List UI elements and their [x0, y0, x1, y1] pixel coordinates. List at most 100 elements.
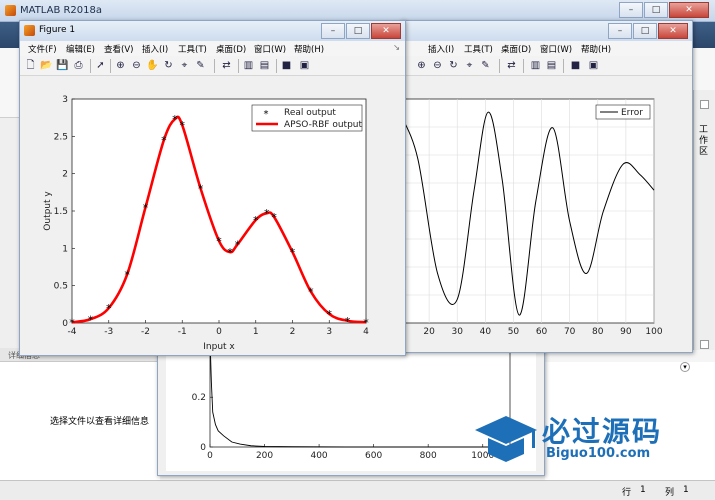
save-icon[interactable]: 💾 [56, 59, 69, 72]
real-output-point: * [227, 246, 233, 259]
hide-plot-tools-icon[interactable]: ■ [280, 59, 293, 72]
y-tick-label: 2.5 [54, 132, 68, 142]
figure2-menu-desktop[interactable]: 桌面(D) [501, 43, 531, 55]
error-plot-area: 20 30 40 50 60 70 80 90 100 Error [400, 77, 692, 352]
zoom-out-icon[interactable]: ⊖ [130, 59, 143, 72]
hide-plot-tools-icon[interactable]: ■ [569, 59, 582, 72]
data-cursor-icon[interactable]: ⌖ [178, 59, 191, 72]
menu-help[interactable]: 帮助(H) [294, 43, 324, 55]
real-output-point: * [161, 134, 167, 147]
x-tick-label: 600 [365, 451, 382, 461]
figure2-menu-window[interactable]: 窗口(W) [540, 43, 572, 55]
figure1-close-button[interactable]: ✕ [371, 23, 401, 39]
x-axis-label: Input x [203, 342, 235, 352]
show-plot-tools-icon[interactable]: ▣ [298, 59, 311, 72]
real-output-point: * [345, 315, 351, 328]
legend-label-apso-rbf: APSO-RBF output [284, 120, 363, 130]
link-icon[interactable]: ⇄ [505, 59, 518, 72]
command-window-menu-icon[interactable]: ▾ [680, 362, 690, 372]
real-output-point: * [88, 313, 94, 326]
real-output-point: * [69, 316, 75, 329]
figure1-title: Figure 1 [39, 25, 76, 35]
col-value: 1 [683, 485, 689, 495]
figure1-plot-area: -4 -3 -2 -1 0 1 2 3 4 0 0.5 1 1.5 2 2.5 3 Input x Output … [20, 77, 405, 355]
real-output-point: * [143, 201, 149, 214]
close-button[interactable]: ✕ [669, 2, 709, 18]
print-icon[interactable]: ⎙ [72, 59, 85, 72]
figure-window-error[interactable]: – □ ✕ 插入(I) 工具(T) 桌面(D) 窗口(W) 帮助(H) ⊕ ⊖ … [400, 20, 693, 353]
figure1-window-controls: – □ ✕ [321, 23, 401, 39]
error-legend-label: Error [621, 108, 643, 118]
figure2-minimize-button[interactable]: – [608, 23, 632, 39]
colorbar-icon[interactable]: ▥ [529, 59, 542, 72]
real-output-point: * [198, 183, 204, 196]
row-label: 行 [622, 488, 632, 498]
menu-overflow-icon[interactable]: ↘ [393, 43, 400, 53]
legend-icon[interactable]: ▤ [545, 59, 558, 72]
maximize-button[interactable]: □ [644, 2, 668, 18]
rotate-icon[interactable]: ↻ [162, 59, 175, 72]
pan-icon[interactable]: ✋ [146, 59, 159, 72]
x-tick-label: 60 [536, 327, 548, 337]
menu-insert[interactable]: 插入(I) [142, 43, 168, 55]
open-icon[interactable]: 📂 [40, 59, 53, 72]
figure2-close-button[interactable]: ✕ [658, 23, 688, 39]
real-output-point: * [172, 113, 178, 126]
panel-scroll-button[interactable] [700, 100, 709, 109]
x-tick-label: 100 [645, 327, 662, 337]
x-tick-label: 20 [423, 327, 435, 337]
matlab-logo-icon [5, 5, 16, 16]
brush-icon[interactable]: ✎ [479, 59, 492, 72]
figure-window-1[interactable]: Figure 1 – □ ✕ 文件(F) 编辑(E) 查看(V) 插入(I) 工… [19, 20, 406, 356]
real-output-point: * [290, 246, 296, 259]
y-tick-label: 0 [62, 319, 68, 329]
real-output-point: * [216, 235, 222, 248]
menu-window[interactable]: 窗口(W) [254, 43, 286, 55]
menu-file[interactable]: 文件(F) [28, 43, 57, 55]
y-axis-label: Output y [43, 191, 53, 231]
zoom-in-icon[interactable]: ⊕ [114, 59, 127, 72]
pointer-icon[interactable]: ➚ [94, 59, 107, 72]
x-tick-label: 80 [592, 327, 604, 337]
figure2-menu-tools[interactable]: 工具(T) [464, 43, 493, 55]
watermark: 必过源码 Biguo100.com [470, 408, 700, 468]
figure1-minimize-button[interactable]: – [321, 23, 345, 39]
y-tick-label: 0.2 [192, 393, 206, 403]
real-output-point: * [124, 268, 130, 281]
figure2-maximize-button[interactable]: □ [633, 23, 657, 39]
menu-view[interactable]: 查看(V) [104, 43, 133, 55]
y-tick-label: 0 [200, 443, 206, 453]
real-output-point: * [235, 239, 241, 252]
figure2-menu-insert[interactable]: 插入(I) [428, 43, 454, 55]
figure1-maximize-button[interactable]: □ [346, 23, 370, 39]
zoom-in-icon[interactable]: ⊕ [415, 59, 428, 72]
y-tick-label: 3 [62, 95, 68, 105]
x-tick-label: -1 [178, 327, 187, 337]
panel-scroll-button[interactable] [700, 340, 709, 349]
show-plot-tools-icon[interactable]: ▣ [587, 59, 600, 72]
link-icon[interactable]: ⇄ [220, 59, 233, 72]
legend-icon[interactable]: ▤ [258, 59, 271, 72]
minimize-button[interactable]: – [619, 2, 643, 18]
figure2-menu-help[interactable]: 帮助(H) [581, 43, 611, 55]
brush-icon[interactable]: ✎ [194, 59, 207, 72]
x-tick-label: 40 [480, 327, 492, 337]
figure1-toolbar: 🗋 📂 💾 ⎙ ➚ ⊕ ⊖ ✋ ↻ ⌖ ✎ ⇄ ▥ ▤ ■ ▣ [20, 56, 405, 76]
x-tick-label: 400 [310, 451, 327, 461]
x-tick-label: 2 [290, 327, 296, 337]
real-output-point: * [253, 214, 259, 227]
colorbar-icon[interactable]: ▥ [242, 59, 255, 72]
x-tick-label: 50 [508, 327, 520, 337]
x-tick-label: 0 [207, 451, 213, 461]
menu-desktop[interactable]: 桌面(D) [216, 43, 246, 55]
rotate-icon[interactable]: ↻ [447, 59, 460, 72]
figure2-window-controls: – □ ✕ [608, 23, 688, 39]
menu-edit[interactable]: 编辑(E) [66, 43, 95, 55]
zoom-out-icon[interactable]: ⊖ [431, 59, 444, 72]
menu-tools[interactable]: 工具(T) [178, 43, 207, 55]
figure2-menu-bar: 插入(I) 工具(T) 桌面(D) 窗口(W) 帮助(H) [401, 41, 692, 56]
x-tick-label: 200 [256, 451, 273, 461]
new-icon[interactable]: 🗋 [24, 59, 37, 72]
window-controls: – □ ✕ [619, 2, 709, 18]
data-cursor-icon[interactable]: ⌖ [463, 59, 476, 72]
